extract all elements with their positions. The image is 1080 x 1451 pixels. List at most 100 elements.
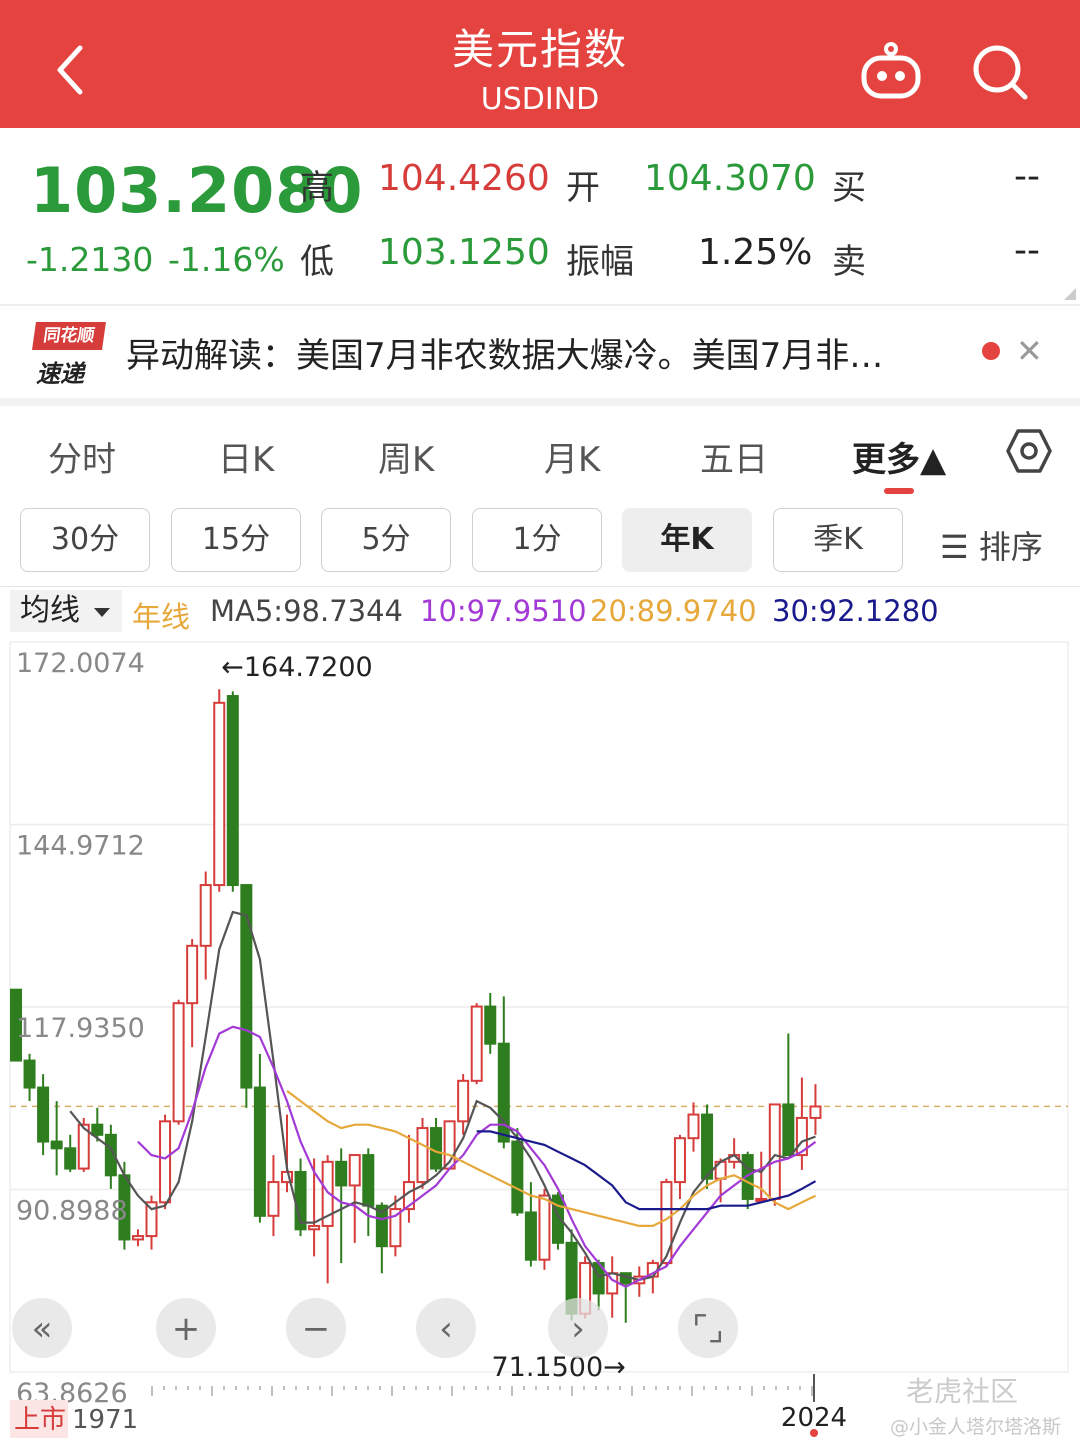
news-headline[interactable]: 异动解读：美国7月非农数据大爆冷。美国7月非… xyxy=(126,328,883,377)
tab-daily-k[interactable]: 日K xyxy=(218,432,274,481)
watermark-site: 老虎社区 xyxy=(906,1375,1019,1408)
candle-up xyxy=(538,1194,551,1261)
candle-up xyxy=(267,1181,280,1217)
pan-right-button[interactable]: › xyxy=(548,1298,608,1358)
settings-hexagon-icon[interactable] xyxy=(1006,428,1052,474)
y-tick-label: 144.9712 xyxy=(16,831,145,862)
candle-up xyxy=(308,1224,321,1231)
candlestick-chart[interactable]: 172.0074144.9712117.935090.898863.8626←1… xyxy=(0,634,1080,1451)
tab-monthly-k[interactable]: 月K xyxy=(544,432,600,481)
candle-down xyxy=(511,1140,524,1214)
y-tick-label: 90.8988 xyxy=(16,1196,128,1227)
amplitude-value: 1.25% xyxy=(698,232,813,273)
start-year-label: 1971 xyxy=(72,1405,138,1435)
period-yearly-k-button[interactable]: 年K xyxy=(622,508,752,572)
ma5-value: MA5:98.7344 xyxy=(210,594,404,628)
candle-up xyxy=(660,1181,673,1265)
period-30min-button[interactable]: 30分 xyxy=(20,508,150,572)
min-value-label: 71.1500→ xyxy=(491,1352,625,1383)
high-value: 104.4260 xyxy=(378,158,550,199)
zoom-out-button-glyph: − xyxy=(302,1309,331,1349)
zoom-in-button-glyph: + xyxy=(172,1309,201,1349)
candle-up xyxy=(131,1235,144,1241)
candle-up xyxy=(687,1113,700,1140)
indicator-dropdown-label: 均线 xyxy=(20,593,80,628)
watermark-user: @小金人塔尔塔洛斯 xyxy=(890,1416,1062,1438)
pan-left-button[interactable]: ‹ xyxy=(416,1298,476,1358)
tab-five-day[interactable]: 五日 xyxy=(700,432,768,481)
ma20-value: 20:89.9740 xyxy=(590,594,757,628)
buy-label: 买 xyxy=(832,168,866,208)
candle-down xyxy=(226,695,239,887)
candle-up xyxy=(348,1154,361,1187)
candle-down xyxy=(37,1086,50,1143)
tab-fenshi[interactable]: 分时 xyxy=(48,432,116,481)
divider xyxy=(0,586,1080,587)
scroll-start-button-glyph: « xyxy=(32,1309,53,1349)
listing-label: 上市 xyxy=(14,1405,66,1435)
candle-up xyxy=(186,944,199,1005)
ma-legend: 均线 年线 MA5:98.7344 10:97.9510 20:89.9740 … xyxy=(0,588,1080,634)
tab-weekly-k[interactable]: 周K xyxy=(378,432,434,481)
price-change: -1.2130 xyxy=(26,240,154,279)
sell-label: 卖 xyxy=(832,242,866,282)
candle-up xyxy=(470,1005,483,1082)
sell-value: -- xyxy=(1014,230,1040,271)
candle-down xyxy=(253,1086,266,1217)
candle-down xyxy=(430,1127,443,1170)
active-tab-indicator xyxy=(884,488,914,494)
candle-down xyxy=(64,1147,77,1170)
zoom-out-button[interactable]: − xyxy=(286,1298,346,1358)
chart-tabs: 分时 日K 周K 月K 五日 更多▲ xyxy=(0,406,1080,498)
candle-up xyxy=(416,1127,429,1184)
candle-down xyxy=(782,1103,795,1157)
candle-up xyxy=(199,884,212,947)
fullscreen-button-glyph: ⌜⌟ xyxy=(692,1309,724,1349)
current-dot xyxy=(810,1429,818,1437)
zoom-in-button[interactable]: + xyxy=(156,1298,216,1358)
period-15min-button[interactable]: 15分 xyxy=(171,508,301,572)
candle-up xyxy=(768,1103,781,1200)
candle-down xyxy=(484,1005,497,1045)
indicator-dropdown[interactable]: 均线 xyxy=(10,590,122,632)
search-icon[interactable] xyxy=(970,42,1030,102)
chevron-down-icon xyxy=(94,608,110,617)
candle-up xyxy=(213,701,226,887)
fullscreen-button[interactable]: ⌜⌟ xyxy=(678,1298,738,1358)
candle-series xyxy=(10,689,822,1323)
sort-button[interactable]: ☰ 排序 xyxy=(940,522,1043,568)
candle-down xyxy=(335,1160,348,1187)
period-1min-button[interactable]: 1分 xyxy=(472,508,602,572)
period-5min-button[interactable]: 5分 xyxy=(321,508,451,572)
period-quarterly-k-button[interactable]: 季K xyxy=(773,508,903,572)
section-gap xyxy=(0,398,1080,406)
expand-corner-icon[interactable] xyxy=(1064,288,1076,300)
chart-grid xyxy=(9,641,1069,1373)
unread-dot-icon xyxy=(982,342,1000,360)
amplitude-label: 振幅 xyxy=(566,242,634,282)
open-value: 104.3070 xyxy=(644,158,816,199)
app-header: 美元指数 USDIND xyxy=(0,0,1080,128)
candle-down xyxy=(50,1140,63,1150)
robot-assistant-icon[interactable] xyxy=(860,42,922,102)
open-label: 开 xyxy=(566,168,600,208)
candle-down xyxy=(701,1113,714,1180)
candle-up xyxy=(172,1002,185,1123)
scroll-start-button[interactable]: « xyxy=(12,1298,72,1358)
pan-left-button-glyph: ‹ xyxy=(439,1309,453,1349)
ma10-value: 10:97.9510 xyxy=(420,594,587,628)
candle-down xyxy=(23,1059,36,1089)
candle-up xyxy=(809,1105,822,1119)
close-icon[interactable]: ✕ xyxy=(1016,332,1043,370)
price-change-pct: -1.16% xyxy=(168,240,285,279)
chart-controls: « + − ‹ › ⌜⌟ xyxy=(12,1298,738,1358)
candle-up xyxy=(159,1120,172,1204)
low-value: 103.1250 xyxy=(378,232,550,273)
ma30-value: 30:92.1280 xyxy=(772,594,939,628)
y-tick-label: 117.9350 xyxy=(16,1013,145,1044)
high-label: 高 xyxy=(300,168,334,208)
candle-down xyxy=(524,1211,537,1261)
tab-more[interactable]: 更多▲ xyxy=(852,432,946,481)
news-banner[interactable]: 同花顺 速递 异动解读：美国7月非农数据大爆冷。美国7月非… ✕ xyxy=(0,306,1080,398)
news-source-logo: 同花顺 速递 xyxy=(30,318,106,388)
